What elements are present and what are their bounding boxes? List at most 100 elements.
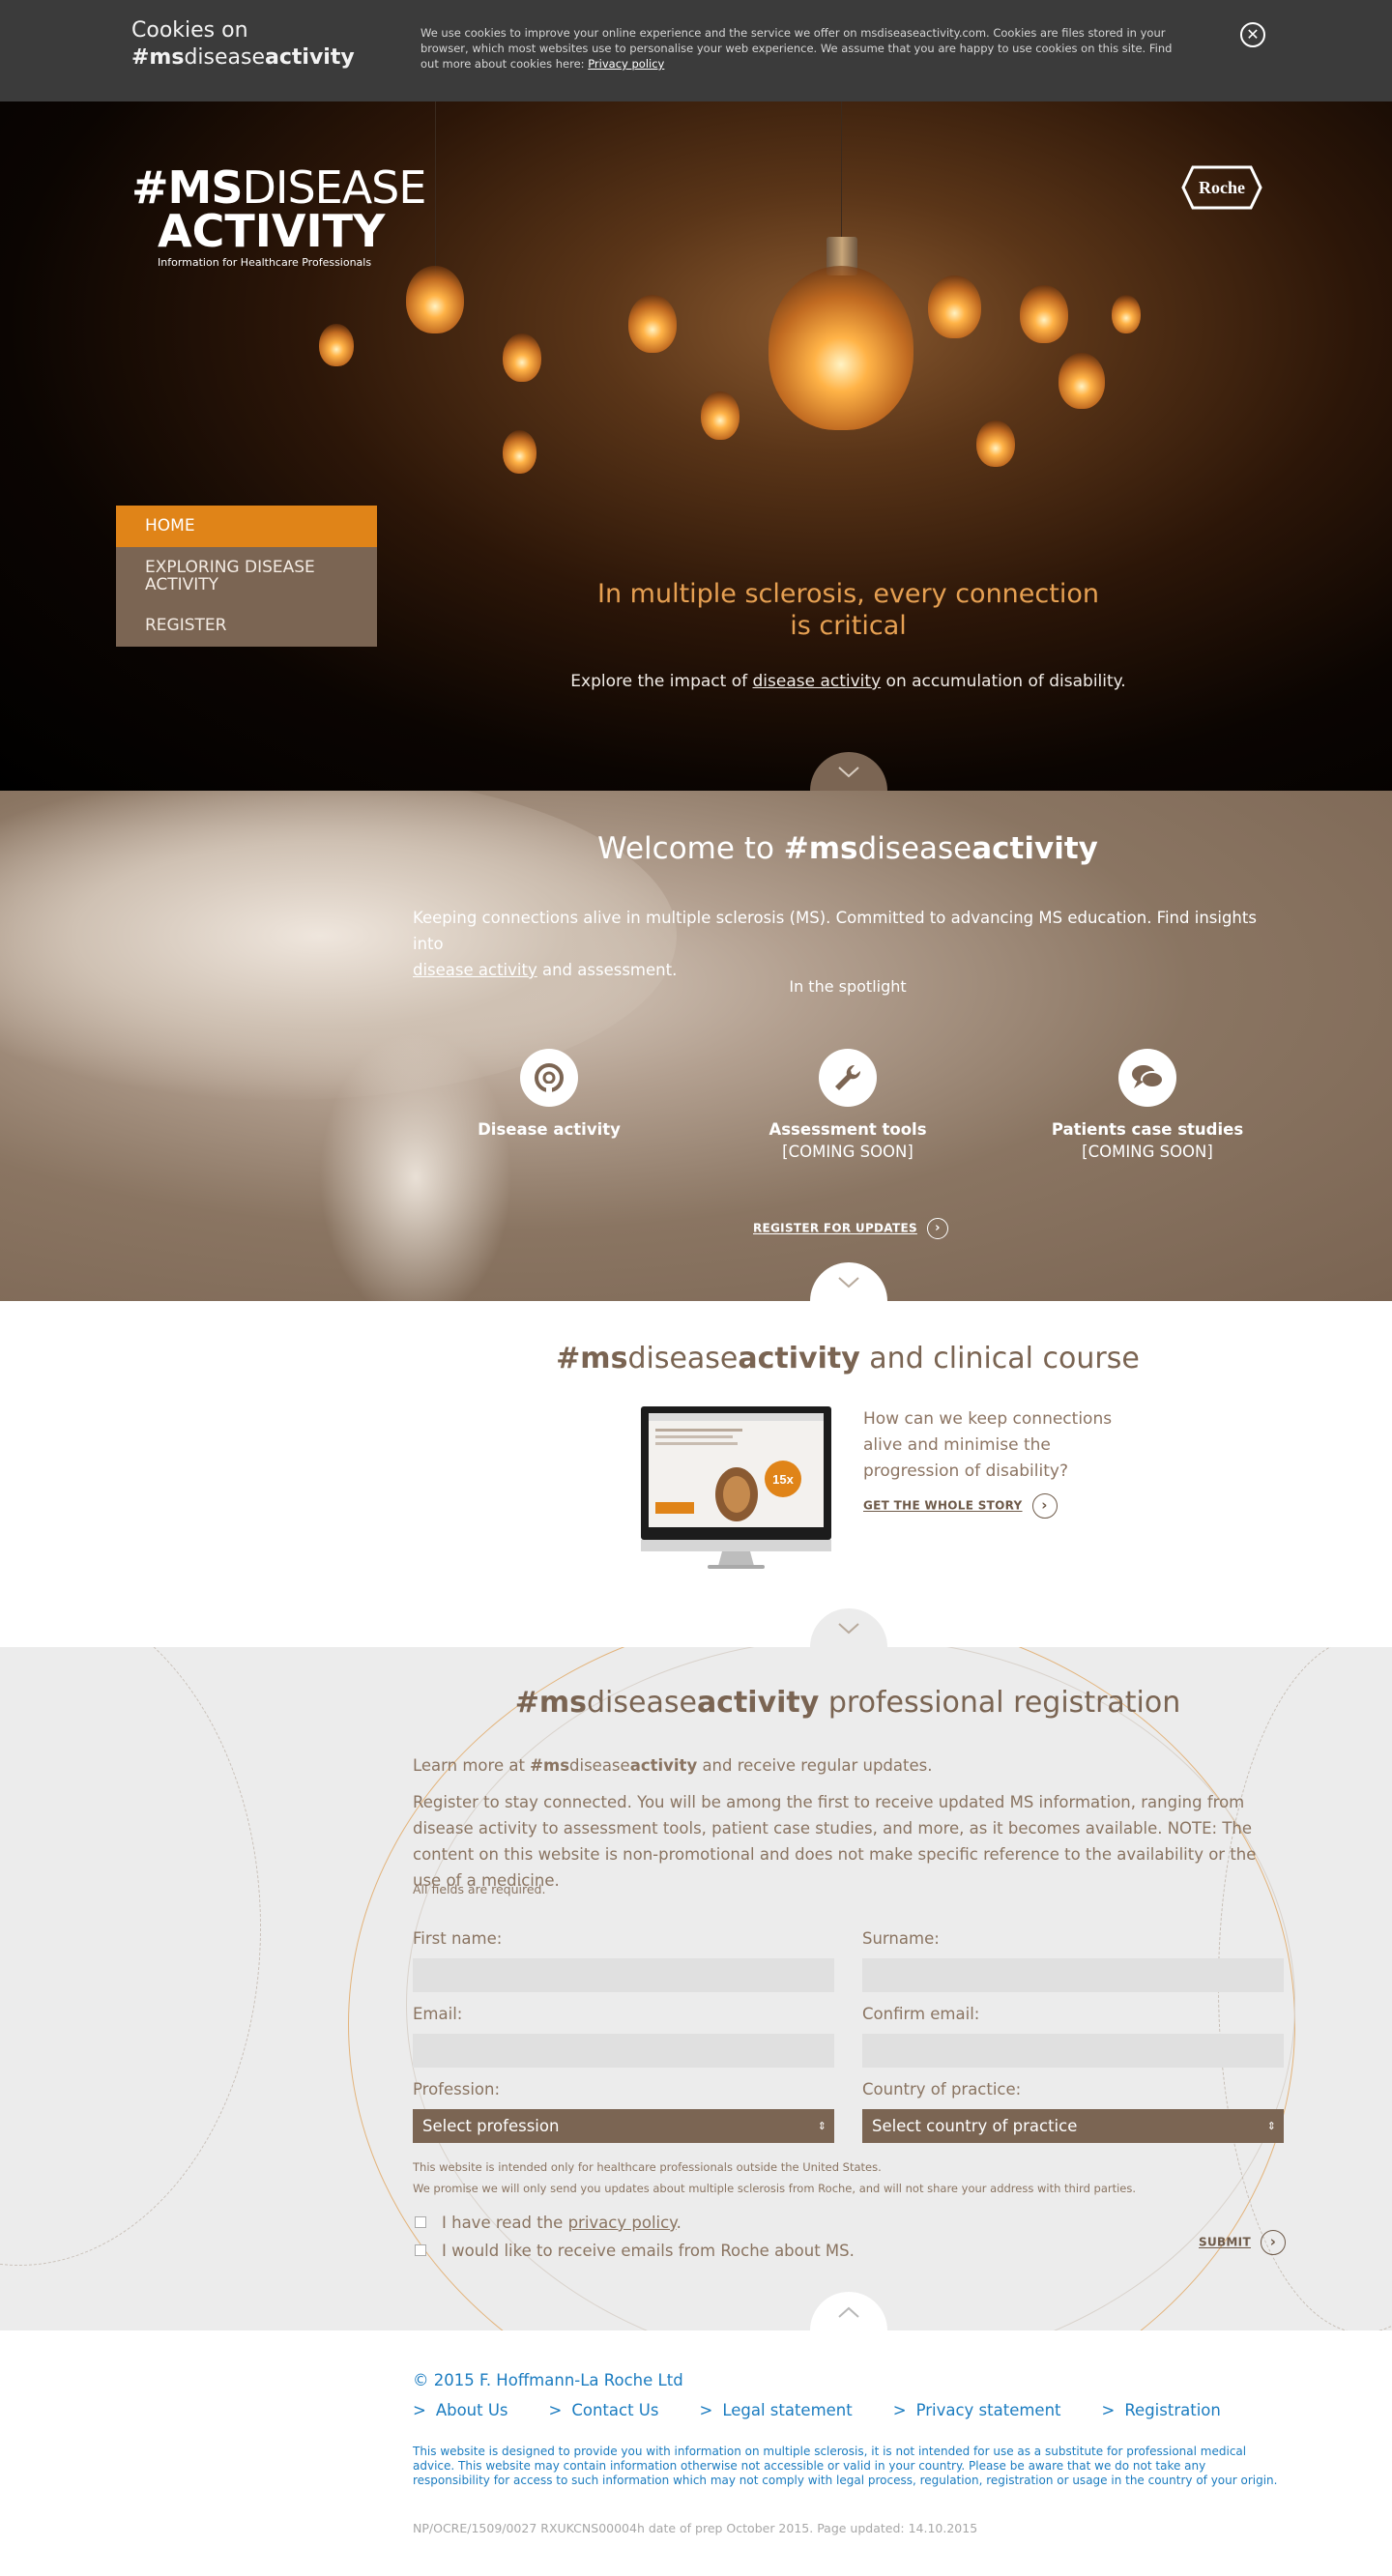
monitor-badge-text: 15x — [772, 1472, 794, 1487]
submit-button[interactable]: SUBMIT › — [1199, 2230, 1286, 2255]
clinical-title-activity: activity — [738, 1342, 860, 1375]
lightbulb — [503, 333, 541, 382]
nav-item-exploring[interactable]: EXPLORING DISEASE ACTIVITY — [116, 547, 377, 605]
clinical-title-suffix: and clinical course — [859, 1342, 1140, 1375]
cookie-privacy-link[interactable]: Privacy policy — [588, 57, 664, 71]
profession-select[interactable]: Select profession ⇕ — [413, 2109, 834, 2143]
privacy-policy-link[interactable]: privacy policy — [568, 2214, 677, 2232]
spotlight-sub: [COMING SOON] — [1082, 1143, 1213, 1161]
required-note: All fields are required. — [413, 1882, 546, 1896]
cookie-text: We use cookies to improve your online ex… — [420, 25, 1184, 72]
confirm-email-field[interactable] — [862, 2034, 1284, 2068]
welcome-title-prefix: Welcome to — [597, 831, 784, 866]
spotlight-item-patient-case-studies[interactable]: Patients case studies [COMING SOON] — [1031, 1049, 1263, 1161]
hero-sub-suffix: on accumulation of disability. — [881, 672, 1126, 691]
get-whole-story-link[interactable]: GET THE WHOLE STORY › — [863, 1493, 1058, 1519]
reg-p1-suffix: and receive regular updates. — [697, 1756, 933, 1775]
footer-link-registration[interactable]: > Registration — [1102, 2401, 1221, 2419]
hero-disease-activity-link[interactable]: disease activity — [753, 672, 882, 691]
logo-line1: #MSDISEASE — [131, 165, 426, 210]
first-name-label: First name: — [413, 1929, 503, 1948]
welcome-text-line1: Keeping connections alive in multiple sc… — [413, 909, 1257, 953]
clinical-text: How can we keep connections alive and mi… — [863, 1409, 1113, 1481]
site-logo[interactable]: #MSDISEASE ACTIVITY Information for Heal… — [131, 165, 426, 269]
spotlight-heading: In the spotlight — [789, 977, 907, 996]
copyright: © 2015 F. Hoffmann-La Roche Ltd — [413, 2371, 683, 2389]
chevron-up-icon — [838, 2306, 859, 2318]
page: Cookies on #msdiseaseactivity We use coo… — [0, 0, 1392, 2576]
scroll-down-button[interactable] — [810, 752, 887, 791]
footer-links: > About Us > Contact Us > Legal statement >… — [413, 2401, 1262, 2419]
registration-title-activity: activity — [696, 1686, 820, 1720]
lightbulb — [319, 324, 354, 366]
lightbulb — [1112, 295, 1141, 333]
footer-link-label: Registration — [1124, 2401, 1221, 2419]
footer-link-legal-statement[interactable]: > Legal statement — [699, 2401, 852, 2419]
chevron-down-icon — [838, 1623, 859, 1635]
country-select[interactable]: Select country of practice ⇕ — [862, 2109, 1284, 2143]
chevron-down-icon — [838, 767, 859, 778]
wrench-icon — [819, 1049, 877, 1107]
country-label: Country of practice: — [862, 2080, 1022, 2098]
hero-headline-line2: is critical — [790, 611, 907, 641]
email-consent-checkbox[interactable] — [415, 2244, 426, 2256]
link-marker: > — [413, 2401, 426, 2419]
reg-p1-prefix: Learn more at — [413, 1756, 531, 1775]
spotlight-item-assessment-tools[interactable]: Assessment tools [COMING SOON] — [732, 1049, 964, 1161]
surname-field[interactable] — [862, 1958, 1284, 1992]
lightbulb — [1058, 353, 1105, 409]
roche-logo[interactable]: Roche — [1181, 165, 1262, 210]
check1-prefix: I have read the — [442, 2214, 568, 2232]
hero-subtext: Explore the impact of disease activity o… — [541, 672, 1155, 691]
privacy-policy-checkbox[interactable] — [415, 2216, 426, 2228]
registration-description: Register to stay connected. You will be … — [413, 1793, 1257, 1890]
footer-link-about-us[interactable]: > About Us — [413, 2401, 508, 2419]
chevron-right-icon: › — [1031, 1493, 1058, 1519]
hero-headline-line1: In multiple sclerosis, every connection — [597, 579, 1099, 609]
bulb-wire — [435, 101, 436, 275]
welcome-text: Keeping connections alive in multiple sc… — [413, 905, 1283, 983]
logo-activity: ACTIVITY — [158, 205, 386, 257]
select-arrows-icon: ⇕ — [817, 2120, 826, 2132]
chevron-down-icon — [838, 1277, 859, 1288]
registration-title-ms: #ms — [514, 1686, 587, 1720]
scroll-down-button[interactable] — [810, 1262, 887, 1301]
cookie-banner: Cookies on #msdiseaseactivity We use coo… — [0, 0, 1392, 101]
spotlight-item-disease-activity[interactable]: Disease activity — [433, 1049, 665, 1139]
chat-bubbles-icon — [1118, 1049, 1176, 1107]
lightbulb — [1020, 285, 1068, 343]
lightbulb — [976, 420, 1015, 467]
welcome-title-activity: activity — [972, 831, 1098, 866]
logo-tagline: Information for Healthcare Professionals — [158, 256, 372, 269]
register-for-updates-link[interactable]: REGISTER FOR UPDATES › — [753, 1218, 948, 1239]
email-label: Email: — [413, 2005, 463, 2023]
bulb-wire — [841, 101, 842, 246]
welcome-section: Welcome to #msdiseaseactivity Keeping co… — [0, 791, 1392, 1301]
cookie-brand-activity: activity — [265, 45, 355, 70]
footer-link-label: Privacy statement — [915, 2401, 1061, 2419]
hero-section: #MSDISEASE ACTIVITY Information for Heal… — [0, 101, 1392, 791]
monitor-image[interactable]: 15x — [640, 1405, 832, 1570]
lightbulb — [928, 275, 981, 338]
roche-logo-text: Roche — [1199, 178, 1245, 197]
clinical-course-section: #msdiseaseactivity and clinical course 1… — [0, 1301, 1392, 1647]
footer-link-contact-us[interactable]: > Contact Us — [549, 2401, 659, 2419]
footer-link-label: Legal statement — [722, 2401, 853, 2419]
registration-title: #msdiseaseactivity professional registra… — [413, 1686, 1283, 1720]
nav-item-home[interactable]: HOME — [116, 506, 377, 547]
welcome-title-disease: disease — [857, 831, 972, 866]
footer-link-privacy-statement[interactable]: > Privacy statement — [893, 2401, 1061, 2419]
nav-item-register[interactable]: REGISTER — [116, 605, 377, 647]
np-code: NP/OCRE/1509/0027 RXUKCNS00004h date of … — [413, 2521, 978, 2535]
privacy-promise-note: We promise we will only send you updates… — [413, 2182, 1137, 2195]
close-icon[interactable]: ✕ — [1240, 22, 1265, 47]
check1-suffix: . — [676, 2214, 682, 2232]
welcome-title-ms: #ms — [783, 831, 858, 866]
lightbulb-main — [768, 266, 914, 430]
first-name-field[interactable] — [413, 1958, 834, 1992]
email-field[interactable] — [413, 2034, 834, 2068]
lightbulb — [628, 295, 677, 353]
lightbulb — [701, 391, 740, 440]
clinical-title: #msdiseaseactivity and clinical course — [413, 1342, 1283, 1375]
submit-label: SUBMIT — [1199, 2235, 1251, 2249]
